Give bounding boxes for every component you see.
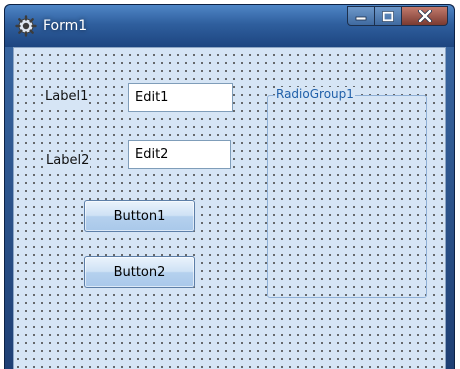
close-icon — [417, 10, 432, 22]
minimize-button[interactable] — [347, 6, 375, 26]
maximize-icon — [382, 10, 394, 22]
form-client-area[interactable]: Label1 Edit1 Label2 Edit2 Button1 Button… — [13, 47, 446, 369]
app-icon — [15, 15, 37, 37]
window-controls — [347, 6, 448, 26]
radio-group-1[interactable]: RadioGroup1 — [267, 87, 427, 298]
label1: Label1 — [44, 89, 90, 104]
edit1-field[interactable]: Edit1 — [128, 83, 233, 112]
button2[interactable]: Button2 — [84, 256, 195, 288]
maximize-button[interactable] — [375, 6, 402, 26]
close-button[interactable] — [402, 6, 448, 26]
radio-group-caption: RadioGroup1 — [275, 87, 355, 101]
minimize-icon — [355, 16, 367, 21]
edit2-field[interactable]: Edit2 — [128, 140, 231, 169]
form-window: Form1 Label1 Edit1 Label2 Edit2 Button1 … — [4, 4, 455, 369]
window-title: Form1 — [43, 18, 88, 34]
label2: Label2 — [45, 153, 91, 168]
title-bar[interactable]: Form1 — [5, 5, 454, 47]
button1[interactable]: Button1 — [84, 200, 195, 232]
